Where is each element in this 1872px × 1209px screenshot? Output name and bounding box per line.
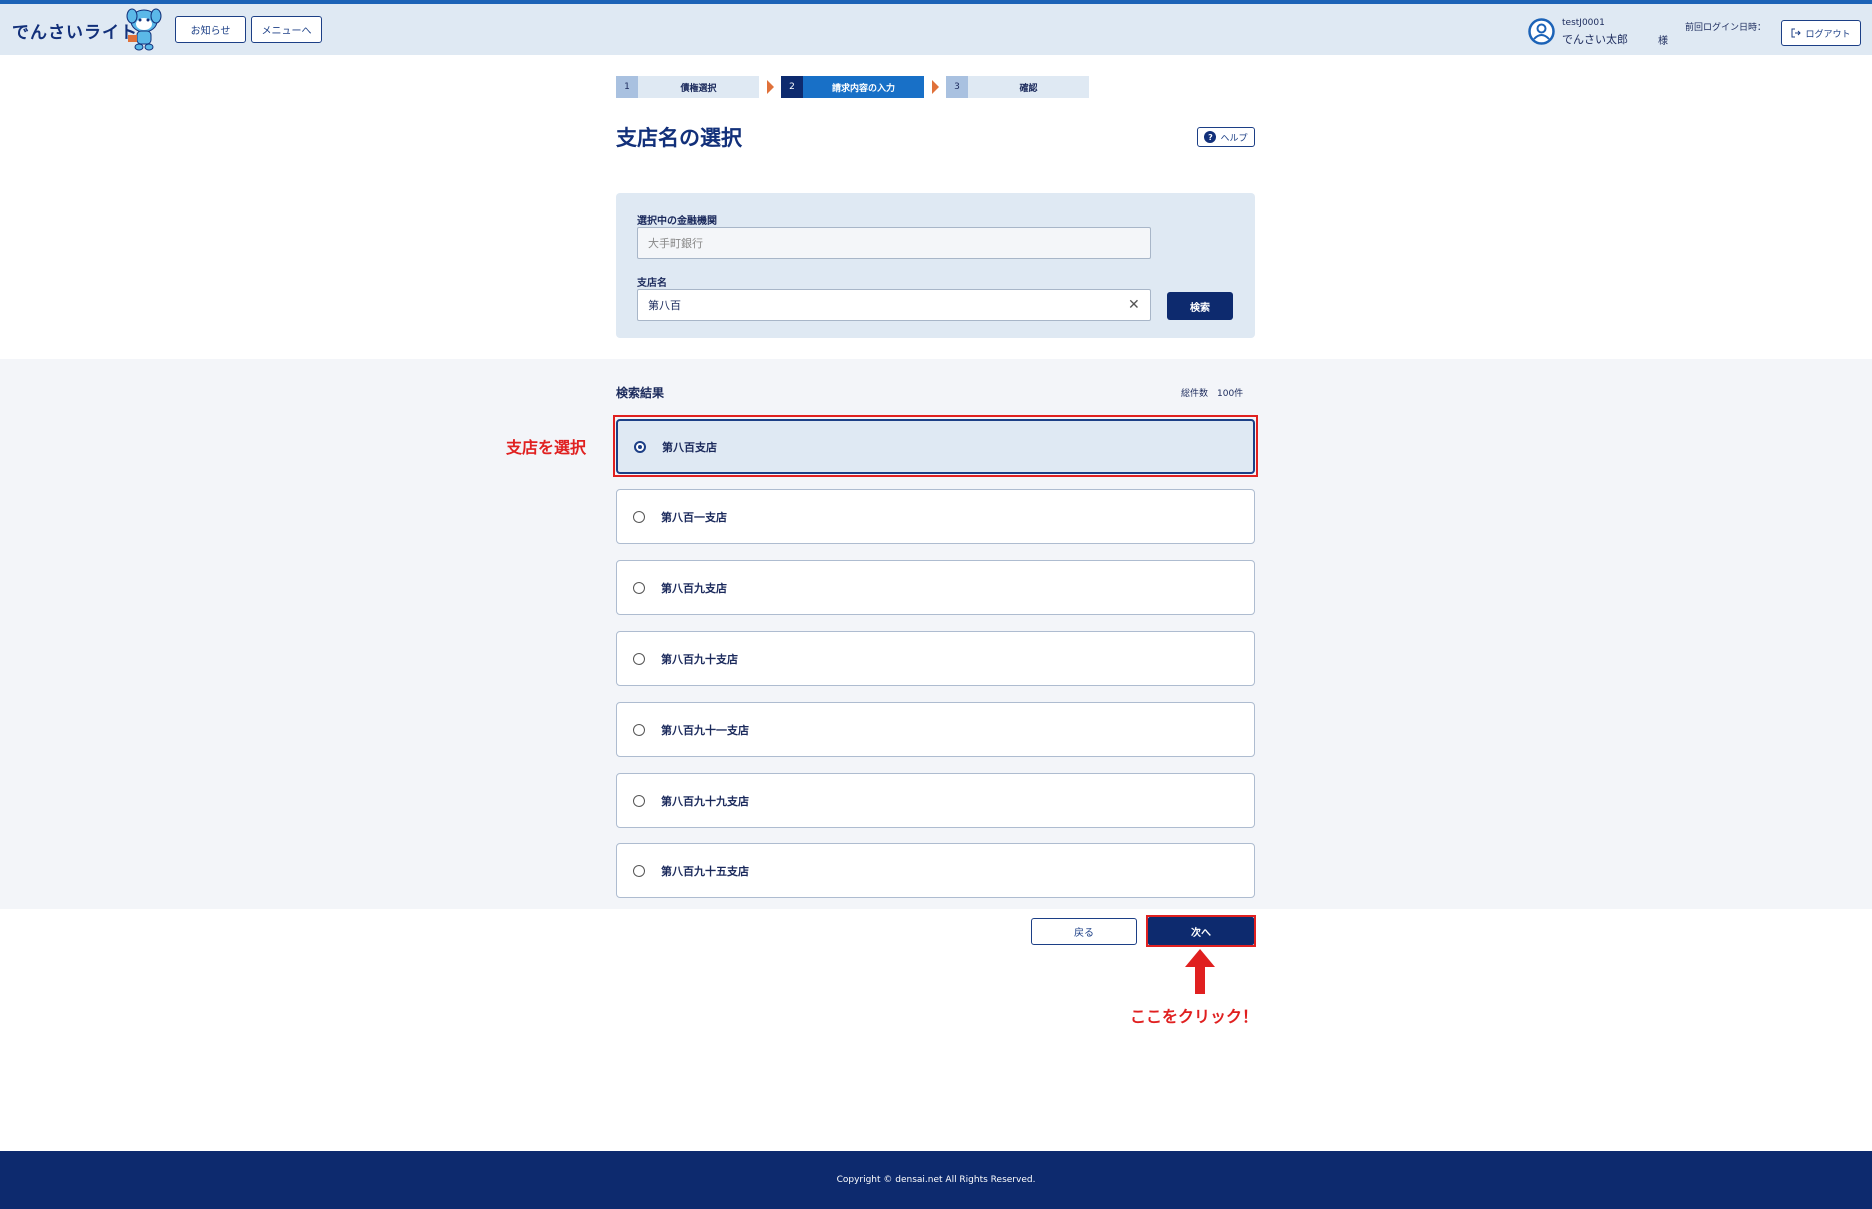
branch-label: 支店名 [637,278,667,289]
user-name: でんさい太郎 [1562,33,1628,46]
result-item[interactable]: 第八百九十一支店 [616,702,1255,757]
mascot-icon [126,8,162,51]
help-icon: ? [1204,131,1217,143]
step-number: 3 [946,76,968,98]
bank-field: 大手町銀行 [637,227,1151,259]
news-button[interactable]: お知らせ [175,16,246,43]
header: でんさいライト お知らせ メニューへ testJ0001 でんさい太郎 様 前回… [0,0,1872,55]
footer: Copyright © densai.net All Rights Reserv… [0,1151,1872,1209]
selection-highlight [613,415,1258,477]
last-login-label: 前回ログイン日時： [1685,23,1767,33]
step-2-active: 2 請求内容の入力 [781,76,924,98]
branch-name: 第八百九十支店 [661,652,738,666]
radio-icon[interactable] [633,864,645,877]
step-1: 1 債権選択 [616,76,759,98]
clear-icon[interactable]: ✕ [1128,297,1140,313]
back-button[interactable]: 戻る [1031,918,1137,945]
next-highlight [1146,915,1256,947]
search-panel: 選択中の金融機関 大手町銀行 支店名 第八百 ✕ 検索 [616,193,1255,338]
result-item[interactable]: 第八百九十五支店 [616,843,1255,898]
honorific: 様 [1658,36,1668,47]
result-item[interactable]: 第八百九十支店 [616,631,1255,686]
logout-icon [1791,28,1802,38]
step-number: 2 [781,76,803,98]
radio-icon[interactable] [633,581,645,594]
radio-icon[interactable] [633,652,645,665]
user-avatar-icon [1528,18,1555,45]
help-label: ヘルプ [1220,133,1248,144]
branch-input[interactable]: 第八百 [637,289,1151,321]
result-item[interactable]: 第八百一支店 [616,489,1255,544]
copyright: Copyright © densai.net All Rights Reserv… [836,1175,1036,1185]
radio-icon[interactable] [633,510,645,523]
step-label: 請求内容の入力 [831,83,895,94]
step-arrow-icon [767,80,774,94]
red-arrow-icon [1185,949,1215,994]
radio-icon[interactable] [633,723,645,736]
total-count: 総件数 100件 [1181,389,1244,399]
step-label: 確認 [1019,83,1038,94]
user-id: testJ0001 [1562,18,1605,28]
step-3: 3 確認 [946,76,1089,98]
branch-name: 第八百九十五支店 [661,864,749,878]
search-button[interactable]: 検索 [1167,292,1233,320]
annotation-select-branch: 支店を選択 [506,438,587,457]
step-label: 債権選択 [680,83,717,94]
logout-label: ログアウト [1805,29,1851,40]
result-item[interactable]: 第八百九十九支店 [616,773,1255,828]
bank-label: 選択中の金融機関 [637,216,717,227]
annotation-click-here: ここをクリック！ [1130,1007,1259,1026]
branch-name: 第八百九十一支店 [661,723,749,737]
logout-button[interactable]: ログアウト [1781,20,1861,46]
radio-icon[interactable] [633,794,645,807]
step-number: 1 [616,76,638,98]
help-button[interactable]: ? ヘルプ [1197,127,1255,147]
app-logo[interactable]: でんさいライト [12,18,138,43]
step-arrow-icon [932,80,939,94]
results-heading: 検索結果 [616,386,665,400]
page-title: 支店名の選択 [616,126,742,150]
result-item[interactable]: 第八百九支店 [616,560,1255,615]
branch-name: 第八百九十九支店 [661,794,749,808]
menu-button[interactable]: メニューへ [251,16,322,43]
branch-name: 第八百一支店 [661,510,727,524]
branch-name: 第八百九支店 [661,581,727,595]
